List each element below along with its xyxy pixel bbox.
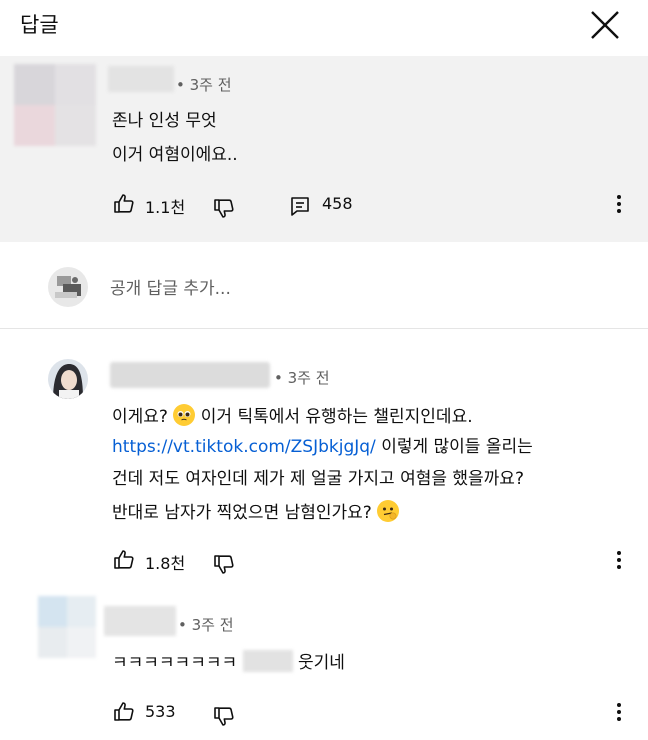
comment-text-line: 건데 저도 여자인데 제가 제 얼굴 가지고 여혐을 했을까요? [112, 469, 524, 489]
comment-text-segment: 이거 틱톡에서 유행하는 챌린지인데요. [200, 407, 473, 427]
comment-time: • 3주 전 [178, 616, 234, 634]
emoji-thinking-icon [377, 500, 400, 522]
thumbs-up-icon[interactable] [112, 700, 136, 724]
emoji-pleading-icon [173, 404, 196, 426]
more-vert-icon[interactable] [616, 703, 622, 725]
more-vert-icon[interactable] [616, 195, 622, 217]
comment-text-segment: 웃기네 [297, 653, 345, 673]
reply-count: 458 [322, 194, 353, 213]
avatar [48, 267, 88, 307]
like-count: 1.1천 [145, 198, 186, 217]
comment-time: • 3주 전 [274, 369, 330, 387]
avatar[interactable] [14, 64, 96, 146]
comment-text-segment: 이렇게 많이들 올리는 [381, 437, 533, 457]
thumbs-up-icon[interactable] [112, 192, 136, 216]
page-title: 답글 [20, 13, 59, 37]
comment-text-line: 이거 여혐이에요.. [112, 145, 238, 165]
avatar[interactable] [47, 358, 89, 400]
add-reply-input[interactable]: 공개 답글 추가... [110, 274, 231, 299]
comment-time: • 3주 전 [176, 76, 232, 94]
username-redacted[interactable] [108, 66, 174, 92]
tiktok-link[interactable]: https://vt.tiktok.com/ZSJbkjgJq/ [112, 437, 376, 457]
replies-header: 답글 [0, 0, 648, 56]
add-reply-row: 공개 답글 추가... [0, 242, 648, 329]
like-count: 1.8천 [145, 554, 186, 573]
comment-text-segment: 반대로 남자가 찍었으면 남혐인가요? [112, 503, 372, 523]
comment-text-line: 존나 인성 무엇 [112, 111, 217, 131]
thumbs-down-icon[interactable] [212, 704, 236, 728]
more-vert-icon[interactable] [616, 551, 622, 573]
like-count: 533 [145, 702, 176, 721]
parent-comment: • 3주 전 존나 인성 무엇 이거 여혐이에요.. 1.1천 458 [0, 56, 648, 242]
comment-text-line: https://vt.tiktok.com/ZSJbkjgJq/ 이렇게 많이들… [112, 432, 533, 457]
comment-text-line: 반대로 남자가 찍었으면 남혐인가요? [112, 498, 400, 523]
avatar[interactable] [38, 596, 96, 658]
username-redacted[interactable] [110, 362, 270, 388]
username-redacted[interactable] [104, 606, 176, 636]
thumbs-down-icon[interactable] [212, 552, 236, 576]
comment-text-line: 이게요? 이거 틱톡에서 유행하는 챌린지인데요. [112, 402, 473, 427]
reply-icon[interactable] [288, 194, 312, 218]
close-icon[interactable] [588, 8, 622, 42]
thumbs-up-icon[interactable] [112, 548, 136, 572]
redacted-text [242, 650, 293, 672]
comment-text-line: ㅋㅋㅋㅋㅋㅋㅋㅋ 웃기네 [112, 648, 345, 673]
comment-text-segment: 이게요? [112, 407, 168, 427]
comment-text-segment: ㅋㅋㅋㅋㅋㅋㅋㅋ [112, 653, 238, 673]
thumbs-down-icon[interactable] [212, 196, 236, 220]
